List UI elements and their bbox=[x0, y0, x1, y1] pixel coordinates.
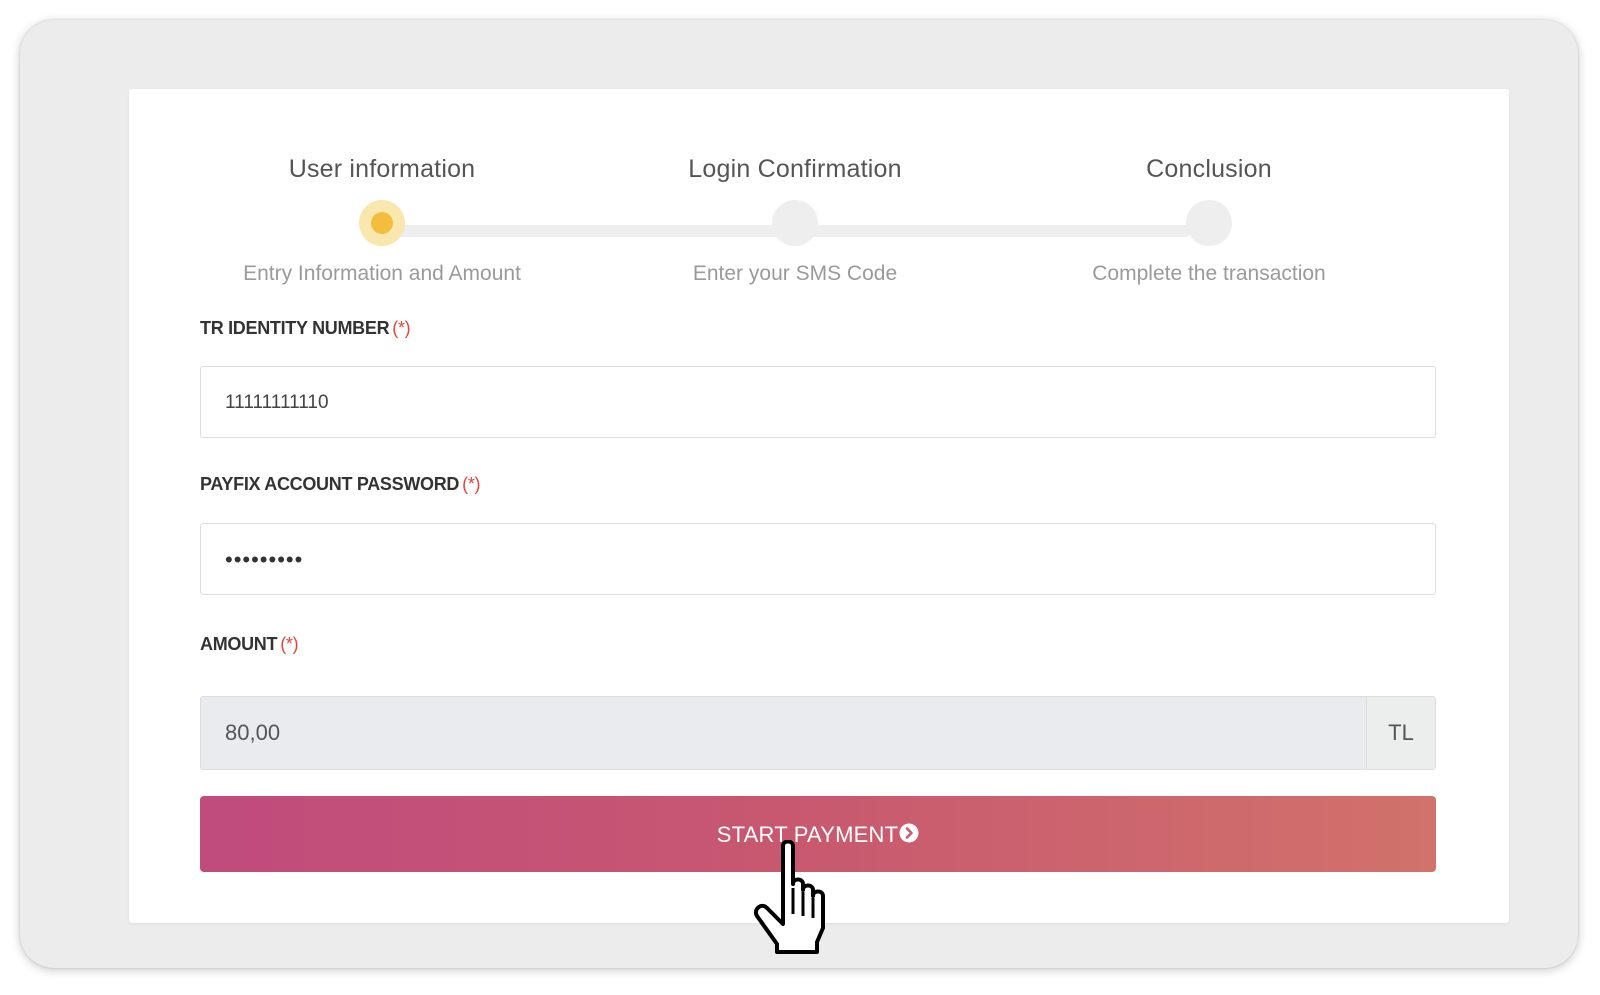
required-mark: (*) bbox=[392, 318, 411, 338]
amount-label-text: AMOUNT bbox=[200, 634, 278, 654]
amount-label: AMOUNT (*) bbox=[200, 634, 299, 655]
payment-card: User information Entry Information and A… bbox=[129, 89, 1509, 923]
step-indicator bbox=[1186, 200, 1232, 246]
step-conclusion: Conclusion Complete the transaction bbox=[999, 89, 1419, 329]
step-title: User information bbox=[288, 155, 476, 183]
account-password-label: PAYFIX ACCOUNT PASSWORD (*) bbox=[200, 474, 481, 495]
required-mark: (*) bbox=[462, 474, 481, 494]
step-subtitle: Entry Information and Amount bbox=[243, 262, 521, 285]
identity-number-label: TR IDENTITY NUMBER (*) bbox=[200, 318, 411, 339]
step-login-confirmation: Login Confirmation Enter your SMS Code bbox=[585, 89, 1005, 329]
identity-number-input[interactable]: 11111111110 bbox=[200, 366, 1436, 438]
currency-addon: TL bbox=[1366, 697, 1435, 769]
account-password-input[interactable]: ••••••••• bbox=[200, 523, 1436, 595]
step-indicator bbox=[772, 200, 818, 246]
step-title: Conclusion bbox=[1146, 155, 1272, 183]
step-subtitle: Enter your SMS Code bbox=[692, 262, 898, 285]
amount-input[interactable]: 80,00 bbox=[225, 697, 280, 769]
account-password-value: ••••••••• bbox=[225, 547, 304, 572]
required-mark: (*) bbox=[280, 634, 299, 654]
progress-stepper: User information Entry Information and A… bbox=[129, 89, 1509, 329]
step-subtitle: Complete the transaction bbox=[1092, 262, 1326, 285]
step-title: Login Confirmation bbox=[688, 155, 902, 183]
identity-number-value: 11111111110 bbox=[225, 392, 329, 413]
chevron-circle-right-icon bbox=[899, 823, 919, 843]
amount-input-group: 80,00 TL bbox=[200, 696, 1436, 770]
window-frame: User information Entry Information and A… bbox=[20, 20, 1578, 968]
account-password-label-text: PAYFIX ACCOUNT PASSWORD bbox=[200, 474, 460, 494]
step-user-information: User information Entry Information and A… bbox=[172, 89, 592, 329]
identity-number-label-text: TR IDENTITY NUMBER bbox=[200, 318, 390, 338]
hand-pointer-icon bbox=[754, 840, 825, 954]
step-indicator-active bbox=[359, 200, 405, 246]
